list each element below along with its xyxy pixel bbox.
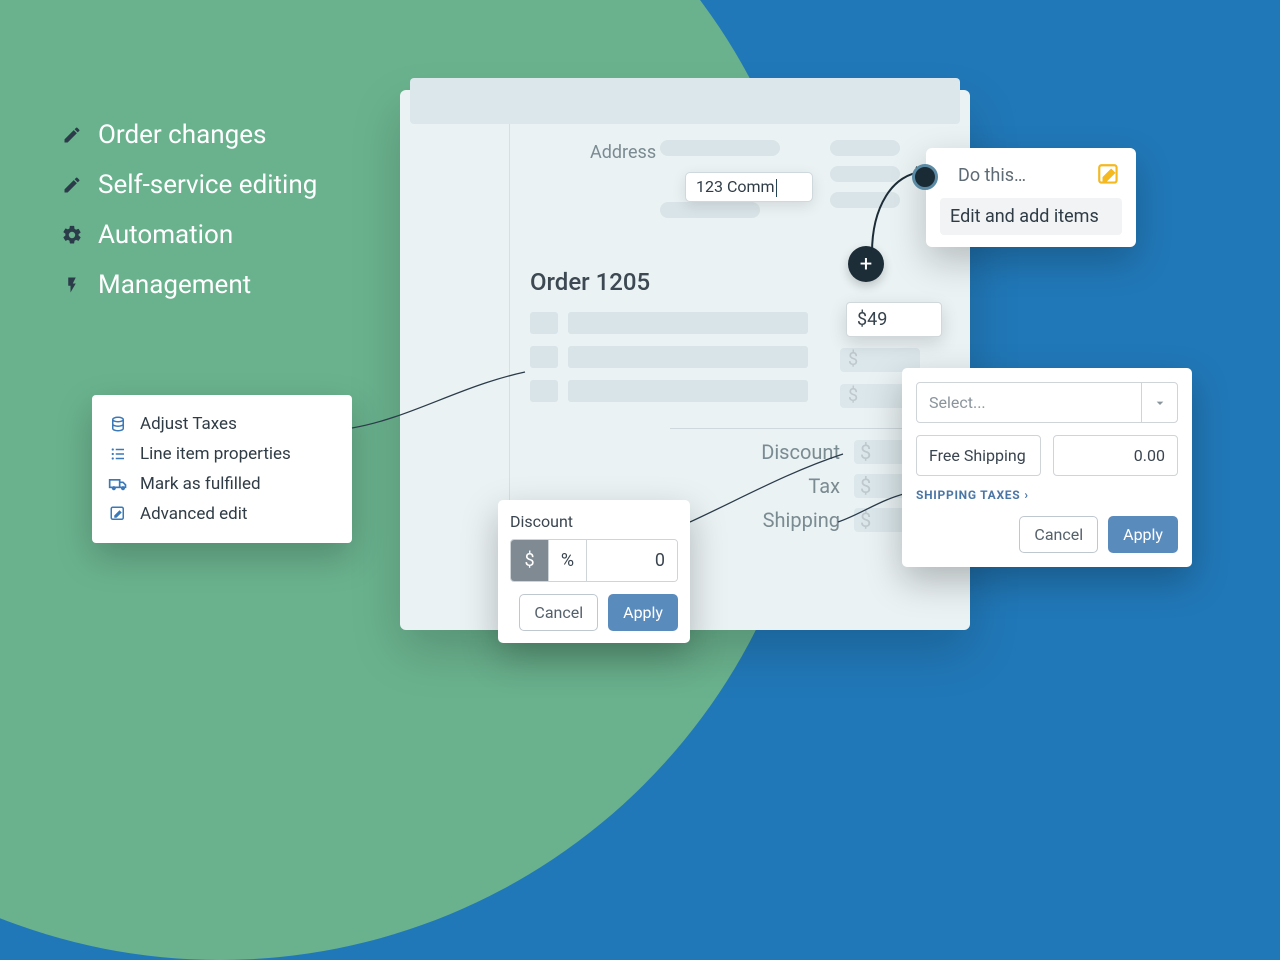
discount-title: Discount	[510, 512, 678, 531]
stack-icon	[108, 414, 128, 434]
shipping-method-select[interactable]: Select...	[916, 382, 1178, 423]
discount-popover: Discount $ % 0 Cancel Apply	[498, 500, 690, 643]
automation-action-button[interactable]: Edit and add items	[940, 198, 1122, 235]
skeleton-line	[568, 346, 808, 368]
line-price-input[interactable]: $49	[846, 302, 942, 337]
skeleton-line	[830, 140, 900, 156]
skeleton-line	[568, 380, 808, 402]
action-label: Adjust Taxes	[140, 414, 237, 434]
panel-header-strip	[410, 78, 960, 124]
feature-list: Order changes Self-service editing Autom…	[60, 120, 317, 320]
pencil-icon	[60, 173, 84, 197]
skeleton-square	[530, 346, 558, 368]
shipping-amount-input[interactable]: 0.00	[1053, 435, 1178, 476]
address-label: Address	[590, 142, 656, 163]
bolt-icon	[60, 273, 84, 297]
skeleton-square	[530, 312, 558, 334]
shipping-popover: Select... Free Shipping 0.00 SHIPPING TA…	[902, 368, 1192, 567]
action-label: Line item properties	[140, 444, 291, 464]
feature-label: Management	[98, 270, 251, 300]
action-advanced-edit[interactable]: Advanced edit	[108, 499, 336, 529]
action-label: Advanced edit	[140, 504, 247, 524]
line-items-skeleton	[530, 312, 808, 402]
address-input[interactable]: 123 Comm	[685, 172, 813, 202]
edit-square-icon	[108, 504, 128, 524]
discount-type-dollar[interactable]: $	[511, 540, 549, 581]
feature-item-management: Management	[60, 270, 317, 300]
automation-step-card: Do this… Edit and add items	[926, 148, 1136, 247]
action-label: Mark as fulfilled	[140, 474, 261, 494]
apply-button[interactable]: Apply	[1108, 516, 1178, 553]
action-line-item-properties[interactable]: Line item properties	[108, 439, 336, 469]
edit-square-icon[interactable]	[1096, 162, 1122, 188]
skeleton-square	[530, 380, 558, 402]
order-actions-menu: Adjust Taxes Line item properties Mark a…	[92, 395, 352, 543]
shipping-taxes-toggle[interactable]: SHIPPING TAXES›	[916, 488, 1178, 502]
shipping-name-input[interactable]: Free Shipping	[916, 435, 1041, 476]
cancel-button[interactable]: Cancel	[519, 594, 598, 631]
discount-value-input[interactable]: 0	[587, 540, 677, 581]
action-adjust-taxes[interactable]: Adjust Taxes	[108, 409, 336, 439]
automation-action-label: Edit and add items	[950, 206, 1099, 227]
cancel-button[interactable]: Cancel	[1019, 516, 1098, 553]
skeleton-line	[660, 202, 760, 218]
skeleton-line	[568, 312, 808, 334]
feature-item-order-changes: Order changes	[60, 120, 317, 150]
do-this-label: Do this…	[958, 165, 1026, 186]
feature-item-automation: Automation	[60, 220, 317, 250]
chevron-right-icon: ›	[1024, 488, 1028, 502]
feature-item-self-service: Self-service editing	[60, 170, 317, 200]
list-icon	[108, 444, 128, 464]
step-dot-icon	[912, 164, 938, 190]
select-placeholder: Select...	[917, 383, 1141, 422]
totals-divider	[670, 428, 920, 429]
connector-line	[350, 368, 530, 438]
feature-label: Self-service editing	[98, 170, 317, 200]
pencil-icon	[60, 123, 84, 147]
skeleton-line	[660, 140, 780, 156]
feature-label: Automation	[98, 220, 233, 250]
gears-icon	[60, 223, 84, 247]
feature-label: Order changes	[98, 120, 266, 150]
connector-line	[688, 450, 848, 530]
discount-type-segment: $ % 0	[510, 539, 678, 582]
apply-button[interactable]: Apply	[608, 594, 678, 631]
truck-icon	[108, 474, 128, 494]
order-title: Order 1205	[530, 268, 650, 296]
action-mark-fulfilled[interactable]: Mark as fulfilled	[108, 469, 336, 499]
discount-type-percent[interactable]: %	[549, 540, 587, 581]
line-price-value: $49	[857, 309, 887, 330]
chevron-down-icon	[1141, 383, 1177, 422]
address-input-value: 123 Comm	[696, 177, 775, 196]
